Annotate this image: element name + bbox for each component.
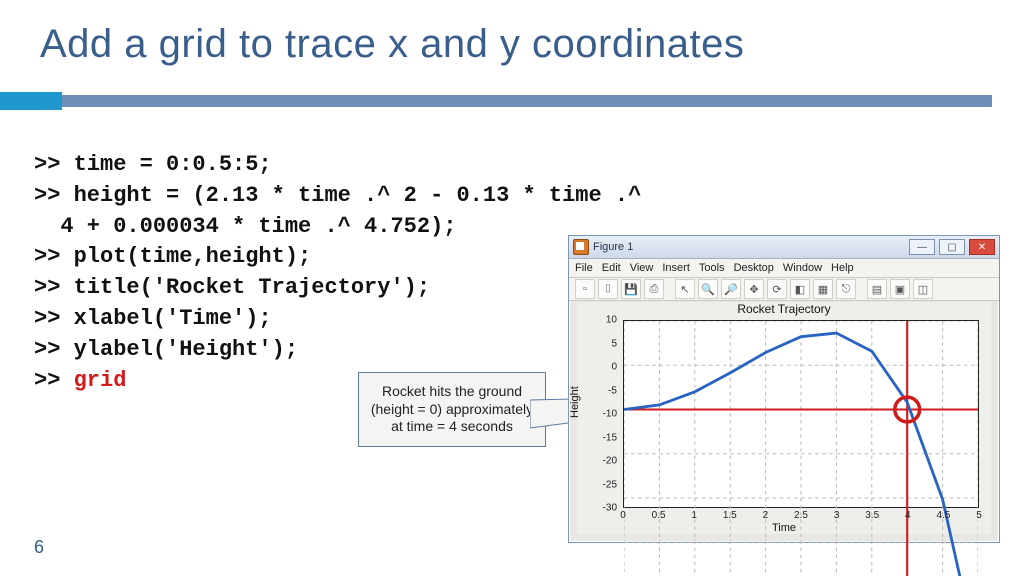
- menu-window[interactable]: Window: [783, 262, 822, 274]
- page-number: 6: [34, 537, 44, 558]
- link-icon[interactable]: ⎋: [836, 279, 856, 299]
- brush-icon[interactable]: ▦: [813, 279, 833, 299]
- figure-window: Figure 1 — ▢ ✕ File Edit View Insert Too…: [568, 235, 1000, 543]
- menu-help[interactable]: Help: [831, 262, 854, 274]
- code-line: >> grid: [34, 368, 126, 393]
- code-line: >> xlabel('Time');: [34, 306, 272, 331]
- figure-titlebar[interactable]: Figure 1 — ▢ ✕: [569, 236, 999, 259]
- maximize-button[interactable]: ▢: [939, 239, 965, 255]
- grid-keyword: grid: [74, 368, 127, 393]
- print-icon[interactable]: ⎙: [644, 279, 664, 299]
- trajectory-plot: [624, 321, 978, 576]
- close-button[interactable]: ✕: [969, 239, 995, 255]
- rotate-icon[interactable]: ⟳: [767, 279, 787, 299]
- save-icon[interactable]: 💾: [621, 279, 641, 299]
- code-block: >> time = 0:0.5:5; >> height = (2.13 * t…: [34, 150, 574, 396]
- pan-icon[interactable]: ✥: [744, 279, 764, 299]
- menu-tools[interactable]: Tools: [699, 262, 725, 274]
- axes-area: Rocket Trajectory Height Time 1050-5-10-…: [577, 302, 991, 534]
- figure-toolbar: ▫ ⌷ 💾 ⎙ ↖ 🔍 🔎 ✥ ⟳ ◧ ▦ ⎋ ▤ ▣ ◫: [569, 278, 999, 301]
- open-icon[interactable]: ⌷: [598, 279, 618, 299]
- insert-legend-icon[interactable]: ▣: [890, 279, 910, 299]
- code-line: 4 + 0.000034 * time .^ 4.752);: [34, 214, 456, 239]
- menu-file[interactable]: File: [575, 262, 593, 274]
- code-line: >> plot(time,height);: [34, 244, 311, 269]
- code-line: >> title('Rocket Trajectory');: [34, 275, 430, 300]
- menu-desktop[interactable]: Desktop: [734, 262, 774, 274]
- x-ticks: 00.511.522.533.544.55: [623, 510, 979, 522]
- datatip-icon[interactable]: ◧: [790, 279, 810, 299]
- hide-plot-tools-icon[interactable]: ◫: [913, 279, 933, 299]
- new-icon[interactable]: ▫: [575, 279, 595, 299]
- menu-view[interactable]: View: [630, 262, 654, 274]
- zoomout-icon[interactable]: 🔎: [721, 279, 741, 299]
- minimize-button[interactable]: —: [909, 239, 935, 255]
- callout-box: Rocket hits the ground (height = 0) appr…: [358, 372, 546, 447]
- zoomin-icon[interactable]: 🔍: [698, 279, 718, 299]
- menu-edit[interactable]: Edit: [602, 262, 621, 274]
- matlab-icon: [573, 239, 589, 255]
- plot-axes[interactable]: [623, 320, 979, 508]
- code-line: >> time = 0:0.5:5;: [34, 152, 272, 177]
- code-line: >> ylabel('Height');: [34, 337, 298, 362]
- chart-title: Rocket Trajectory: [577, 302, 991, 316]
- insert-colorbar-icon[interactable]: ▤: [867, 279, 887, 299]
- figure-title: Figure 1: [593, 241, 633, 253]
- y-ticks: 1050-5-10-15-20-25-30: [577, 320, 621, 508]
- pointer-icon[interactable]: ↖: [675, 279, 695, 299]
- code-line: >> height = (2.13 * time .^ 2 - 0.13 * t…: [34, 183, 641, 208]
- figure-menubar[interactable]: File Edit View Insert Tools Desktop Wind…: [569, 259, 999, 278]
- menu-insert[interactable]: Insert: [662, 262, 690, 274]
- slide-title: Add a grid to trace x and y coordinates: [40, 22, 744, 67]
